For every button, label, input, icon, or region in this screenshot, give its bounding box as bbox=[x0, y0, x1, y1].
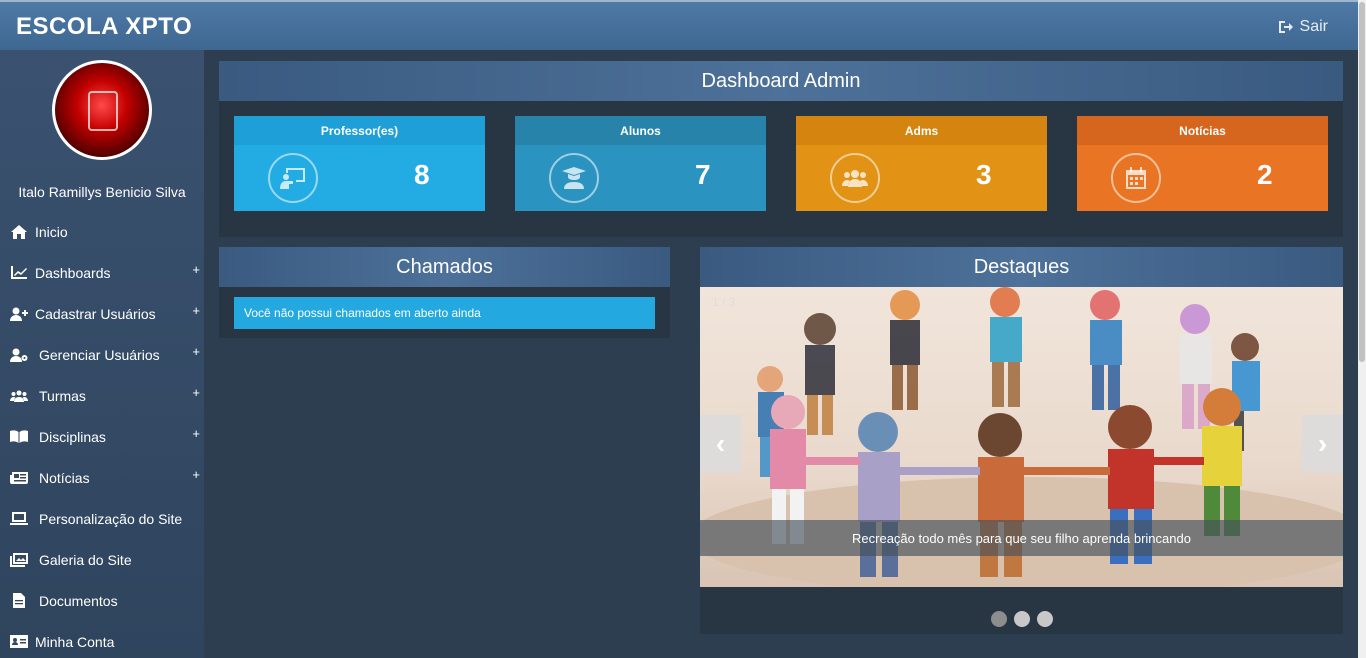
sidebar-item-label: Minha Conta bbox=[35, 633, 115, 650]
stat-card-title: Alunos bbox=[515, 116, 766, 145]
carousel-dot-3[interactable] bbox=[1036, 611, 1053, 627]
page-scrollbar[interactable] bbox=[1358, 0, 1366, 658]
sidebar-item-label: Documentos bbox=[39, 592, 118, 609]
destaques-title: Destaques bbox=[700, 247, 1343, 287]
stat-card-count: 2 bbox=[1257, 159, 1273, 190]
logout-button[interactable]: Sair bbox=[1278, 18, 1328, 36]
sidebar-item-label: Disciplinas bbox=[39, 428, 106, 445]
sidebar-item-label: Turmas bbox=[39, 387, 86, 404]
scrollbar-thumb[interactable] bbox=[1359, 2, 1365, 362]
sidebar-item-label: Galeria do Site bbox=[39, 551, 132, 568]
laptop-icon bbox=[10, 511, 28, 526]
chevron-right-icon: › bbox=[1317, 428, 1328, 459]
username: Italo Ramillys Benicio Silva bbox=[18, 184, 186, 200]
stat-card-count: 8 bbox=[414, 159, 430, 190]
stat-card-noticias[interactable]: Notícias 2 bbox=[1077, 116, 1328, 211]
chart-icon bbox=[10, 266, 28, 279]
logout-label: Sair bbox=[1299, 18, 1328, 35]
stat-card-count: 3 bbox=[976, 159, 992, 190]
sidebar-item-label: Inicio bbox=[35, 223, 68, 240]
stat-card-professores[interactable]: Professor(es) 8 bbox=[234, 116, 485, 211]
stat-cards: Professor(es) 8 Alunos 7 Adms 3 Notícias… bbox=[234, 116, 1328, 211]
home-icon bbox=[10, 224, 28, 239]
stat-card-alunos[interactable]: Alunos 7 bbox=[515, 116, 766, 211]
chamados-title: Chamados bbox=[219, 247, 670, 287]
carousel-indicators bbox=[700, 611, 1343, 627]
chamados-panel: Chamados Você não possui chamados em abe… bbox=[219, 247, 670, 338]
carousel-dot-1[interactable] bbox=[990, 611, 1007, 627]
sidebar-item-documentos[interactable]: Documentos bbox=[0, 580, 204, 621]
destaques-panel: Destaques 1 / 3 ‹ › Recreação todo mês p… bbox=[700, 247, 1343, 634]
book-icon bbox=[10, 430, 28, 443]
stat-card-title: Professor(es) bbox=[234, 116, 485, 145]
sidebar-menu: Inicio Dashboards + Cadastrar Usuários +… bbox=[0, 211, 204, 658]
slide-counter: 1 / 3 bbox=[712, 295, 736, 309]
sidebar-item-label: Dashboards bbox=[35, 264, 111, 281]
graduate-icon bbox=[549, 153, 599, 203]
dashboard-title: Dashboard Admin bbox=[219, 61, 1343, 101]
sidebar: Italo Ramillys Benicio Silva Inicio Dash… bbox=[0, 50, 204, 658]
stat-card-adms[interactable]: Adms 3 bbox=[796, 116, 1047, 211]
expand-icon[interactable]: + bbox=[192, 262, 200, 277]
stat-card-count: 7 bbox=[695, 159, 711, 190]
newspaper-icon bbox=[10, 471, 28, 484]
stat-card-title: Notícias bbox=[1077, 116, 1328, 145]
user-cog-icon bbox=[10, 348, 28, 362]
sidebar-item-label: Cadastrar Usuários bbox=[35, 305, 156, 322]
users-icon bbox=[10, 390, 28, 402]
sidebar-item-minha-conta[interactable]: Minha Conta bbox=[0, 621, 204, 658]
sidebar-item-cadastrar-usuarios[interactable]: Cadastrar Usuários + bbox=[0, 293, 204, 334]
expand-icon[interactable]: + bbox=[192, 303, 200, 318]
carousel-dot-2[interactable] bbox=[1013, 611, 1030, 627]
teacher-icon bbox=[268, 153, 318, 203]
expand-icon[interactable]: + bbox=[192, 385, 200, 400]
sidebar-item-dashboards[interactable]: Dashboards + bbox=[0, 252, 204, 293]
main-content: Dashboard Admin Professor(es) 8 Alunos 7… bbox=[204, 50, 1358, 658]
sidebar-item-label: Gerenciar Usuários bbox=[39, 346, 160, 363]
dashboard-admin-panel: Dashboard Admin Professor(es) 8 Alunos 7… bbox=[219, 61, 1343, 237]
carousel-next-button[interactable]: › bbox=[1302, 415, 1343, 473]
images-icon bbox=[10, 552, 28, 567]
user-plus-icon bbox=[10, 307, 28, 321]
chamados-alert: Você não possui chamados em aberto ainda bbox=[234, 297, 655, 329]
sidebar-item-label: Personalização do Site bbox=[39, 510, 183, 527]
sign-out-icon bbox=[1278, 21, 1293, 33]
calendar-icon bbox=[1111, 153, 1161, 203]
file-icon bbox=[10, 593, 28, 608]
chevron-left-icon: ‹ bbox=[715, 428, 726, 459]
sidebar-item-galeria[interactable]: Galeria do Site bbox=[0, 539, 204, 580]
sidebar-item-personalizacao[interactable]: Personalização do Site bbox=[0, 498, 204, 539]
id-card-icon bbox=[10, 635, 28, 648]
slide-caption: Recreação todo mês para que seu filho ap… bbox=[700, 520, 1343, 556]
avatar[interactable] bbox=[52, 60, 152, 160]
expand-icon[interactable]: + bbox=[192, 344, 200, 359]
users-icon bbox=[830, 153, 880, 203]
sidebar-item-disciplinas[interactable]: Disciplinas + bbox=[0, 416, 204, 457]
avatar-emblem bbox=[88, 91, 118, 131]
top-bar: ESCOLA XPTO Sair bbox=[0, 0, 1358, 50]
carousel-prev-button[interactable]: ‹ bbox=[700, 415, 741, 473]
brand-title[interactable]: ESCOLA XPTO bbox=[16, 13, 192, 41]
highlights-carousel[interactable]: 1 / 3 ‹ › Recreação todo mês para que se… bbox=[700, 287, 1343, 587]
expand-icon[interactable]: + bbox=[192, 467, 200, 482]
sidebar-item-turmas[interactable]: Turmas + bbox=[0, 375, 204, 416]
sidebar-item-label: Notícias bbox=[39, 469, 90, 486]
sidebar-item-gerenciar-usuarios[interactable]: Gerenciar Usuários + bbox=[0, 334, 204, 375]
expand-icon[interactable]: + bbox=[192, 426, 200, 441]
stat-card-title: Adms bbox=[796, 116, 1047, 145]
sidebar-item-noticias[interactable]: Notícias + bbox=[0, 457, 204, 498]
sidebar-item-inicio[interactable]: Inicio bbox=[0, 211, 204, 252]
